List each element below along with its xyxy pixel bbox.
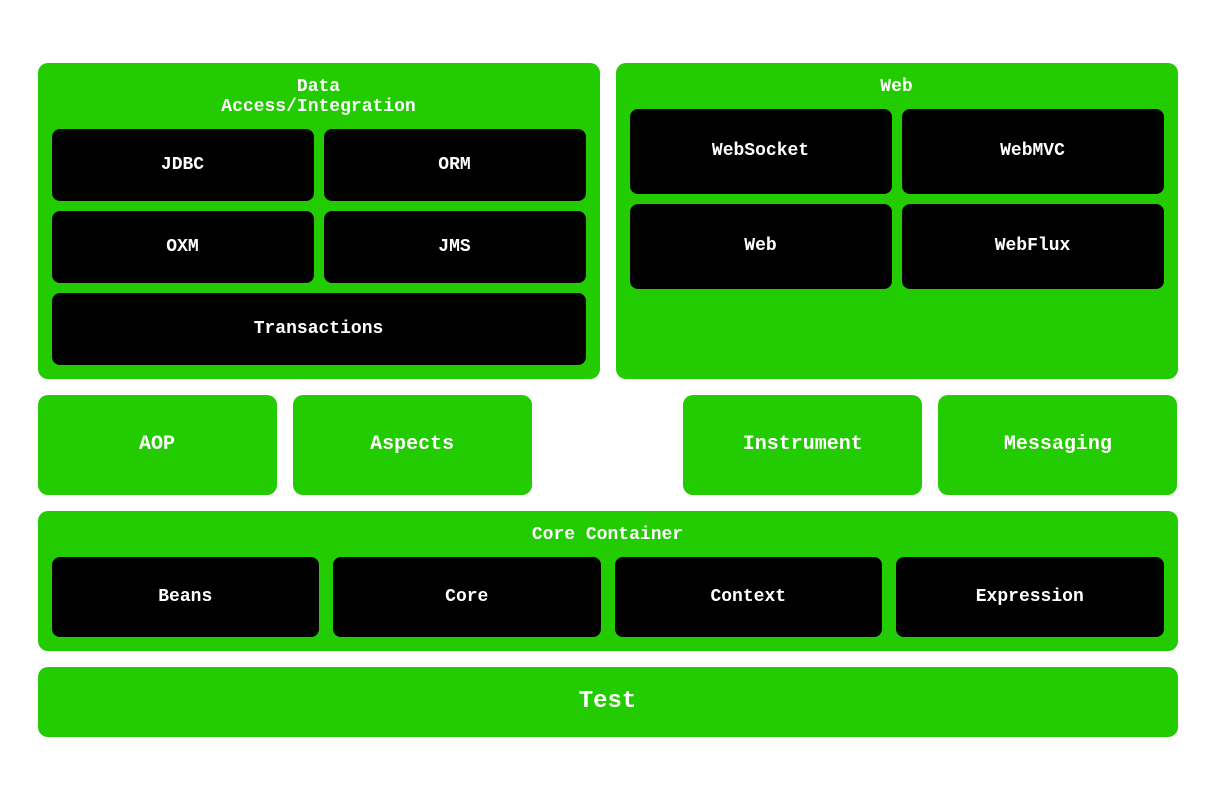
core-container-box: Core Container Beans Core Context Expres… <box>38 511 1178 651</box>
data-access-box: Data Access/Integration JDBC ORM OXM JMS… <box>38 63 600 379</box>
row-1: Data Access/Integration JDBC ORM OXM JMS… <box>38 63 1178 379</box>
aop-box: AOP <box>38 395 277 495</box>
orm-item: ORM <box>324 129 586 201</box>
oxm-item: OXM <box>52 211 314 283</box>
transactions-wrapper: Transactions <box>52 293 586 365</box>
web-grid: WebSocket WebMVC Web WebFlux <box>630 109 1164 289</box>
transactions-item: Transactions <box>52 293 586 365</box>
websocket-item: WebSocket <box>630 109 892 194</box>
spring-diagram: Data Access/Integration JDBC ORM OXM JMS… <box>18 43 1198 757</box>
aspects-box: Aspects <box>293 395 532 495</box>
core-container-grid: Beans Core Context Expression <box>52 557 1164 637</box>
instrument-box: Instrument <box>683 395 922 495</box>
jms-item: JMS <box>324 211 586 283</box>
beans-item: Beans <box>52 557 320 637</box>
core-container-title: Core Container <box>52 525 1164 545</box>
web-title: Web <box>630 77 1164 97</box>
web-item: Web <box>630 204 892 289</box>
web-box: Web WebSocket WebMVC Web WebFlux <box>616 63 1178 379</box>
jdbc-item: JDBC <box>52 129 314 201</box>
webmvc-item: WebMVC <box>902 109 1164 194</box>
expression-item: Expression <box>896 557 1164 637</box>
messaging-box: Messaging <box>938 395 1177 495</box>
core-item: Core <box>333 557 601 637</box>
context-item: Context <box>615 557 883 637</box>
row-2: AOP Aspects Instrument Messaging <box>38 395 1178 495</box>
webflux-item: WebFlux <box>902 204 1164 289</box>
data-access-grid: JDBC ORM OXM JMS <box>52 129 586 283</box>
middle-spacer <box>548 395 667 495</box>
data-access-title: Data Access/Integration <box>52 77 586 117</box>
test-box: Test <box>38 667 1178 737</box>
